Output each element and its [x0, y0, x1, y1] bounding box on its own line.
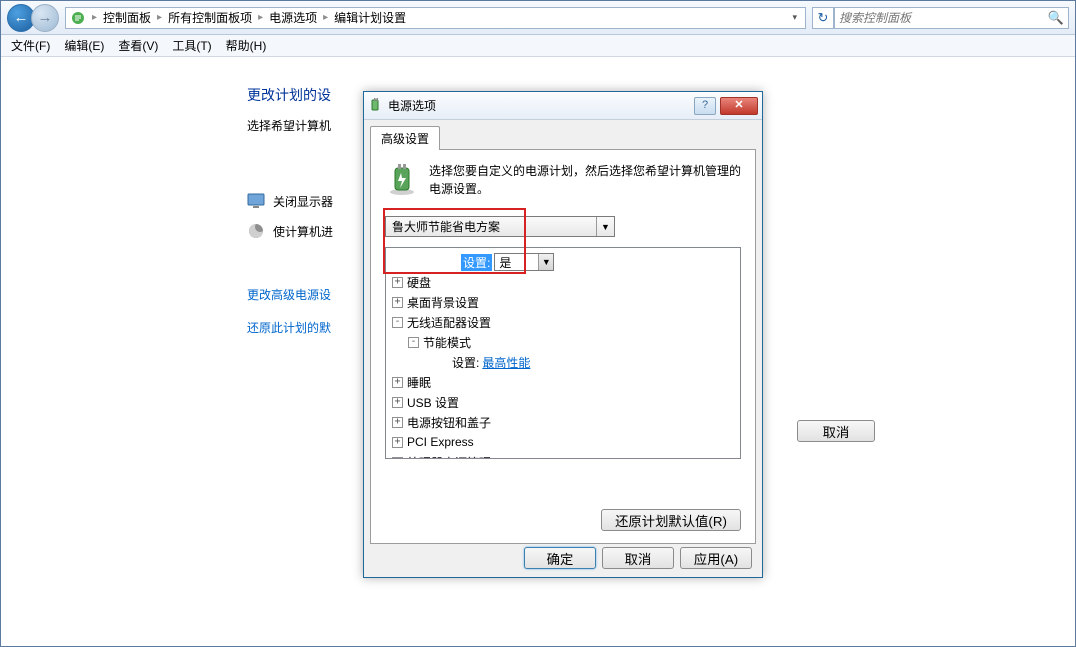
expand-icon[interactable]: +: [392, 297, 403, 308]
setting-label: 设置:: [452, 354, 479, 371]
cancel-button[interactable]: 取消: [602, 547, 674, 569]
search-icon: 🔍: [1048, 10, 1064, 26]
breadcrumb-sep-icon: ▸: [323, 12, 328, 23]
menu-bar: 文件(F) 编辑(E) 查看(V) 工具(T) 帮助(H): [1, 35, 1075, 57]
control-panel-icon: [70, 10, 86, 26]
dialog-intro: 选择您要自定义的电源计划，然后选择您希望计算机管理的电源设置。: [385, 162, 741, 198]
tree-node-bg[interactable]: + 桌面背景设置: [388, 292, 738, 312]
tree-label: PCI Express: [407, 435, 474, 449]
expand-icon[interactable]: +: [392, 377, 403, 388]
setting-value-combo[interactable]: 是 ▼: [494, 253, 554, 271]
ok-button[interactable]: 确定: [524, 547, 596, 569]
option-label: 关闭显示器: [273, 193, 333, 210]
battery-icon: [385, 162, 419, 196]
tree-node-wireless[interactable]: - 无线适配器设置: [388, 312, 738, 332]
settings-tree[interactable]: 设置: 是 ▼ + 硬盘 + 桌面背景设置: [386, 248, 740, 459]
menu-file[interactable]: 文件(F): [11, 37, 50, 54]
tree-label: 无线适配器设置: [407, 314, 491, 331]
menu-tools[interactable]: 工具(T): [172, 37, 211, 54]
dialog-close-button[interactable]: ✕: [720, 97, 758, 115]
dialog-help-button[interactable]: ?: [694, 97, 716, 115]
tree-label: 桌面背景设置: [407, 294, 479, 311]
breadcrumb-item[interactable]: 电源选项: [269, 9, 317, 26]
dialog-body: 高级设置 选择您要自定义的电源计划，然后选择您希望计算机管理的电源设置。 鲁大师…: [364, 120, 762, 577]
expand-icon[interactable]: +: [392, 397, 403, 408]
setting-label-highlighted: 设置:: [461, 254, 492, 271]
tree-node-cpu[interactable]: + 处理器电源管理: [388, 452, 738, 459]
explorer-navbar: ← → ▸ 控制面板 ▸ 所有控制面板项 ▸ 电源选项 ▸ 编辑计划设置 ▾ ↻…: [1, 1, 1075, 35]
tree-node-power-button[interactable]: + 电源按钮和盖子: [388, 412, 738, 432]
power-options-dialog: 电源选项 ? ✕ 高级设置 选择您要自定义的电源计划，然后选择您希望计算机管理的…: [363, 91, 763, 578]
dialog-button-row: 确定 取消 应用(A): [524, 547, 752, 569]
tree-label: 处理器电源管理: [407, 454, 491, 460]
breadcrumb-dropdown-icon[interactable]: ▾: [788, 12, 801, 23]
menu-edit[interactable]: 编辑(E): [64, 37, 104, 54]
tree-node-sleep[interactable]: + 睡眠: [388, 372, 738, 392]
expand-icon[interactable]: +: [392, 457, 403, 460]
arrow-left-icon: ←: [14, 9, 29, 26]
breadcrumb-sep-icon: ▸: [157, 12, 162, 23]
search-field[interactable]: [839, 11, 1048, 25]
plan-dropdown[interactable]: 鲁大师节能省电方案 ▼: [385, 216, 615, 237]
expand-icon[interactable]: +: [392, 437, 403, 448]
menu-view[interactable]: 查看(V): [118, 37, 158, 54]
plan-dropdown-value: 鲁大师节能省电方案: [392, 218, 500, 235]
breadcrumb-item[interactable]: 编辑计划设置: [334, 9, 406, 26]
breadcrumb[interactable]: ▸ 控制面板 ▸ 所有控制面板项 ▸ 电源选项 ▸ 编辑计划设置 ▾: [65, 7, 806, 29]
tab-advanced-settings[interactable]: 高级设置: [370, 126, 440, 150]
sleep-icon: [247, 222, 265, 240]
breadcrumb-item[interactable]: 所有控制面板项: [168, 9, 252, 26]
breadcrumb-item[interactable]: 控制面板: [103, 9, 151, 26]
monitor-icon: [247, 192, 265, 210]
chevron-down-icon: ▼: [596, 217, 614, 236]
collapse-icon[interactable]: -: [392, 317, 403, 328]
settings-tree-box: 设置: 是 ▼ + 硬盘 + 桌面背景设置: [385, 247, 741, 459]
apply-button[interactable]: 应用(A): [680, 547, 752, 569]
expand-icon[interactable]: +: [392, 417, 403, 428]
chevron-down-icon: ▼: [538, 254, 553, 270]
tree-label: 节能模式: [423, 334, 471, 351]
option-label: 使计算机进: [273, 223, 333, 240]
collapse-icon[interactable]: -: [408, 337, 419, 348]
dialog-titlebar[interactable]: 电源选项 ? ✕: [364, 92, 762, 120]
tree-node-power-mode[interactable]: - 节能模式: [388, 332, 738, 352]
dialog-title: 电源选项: [388, 97, 694, 114]
tab-panel: 选择您要自定义的电源计划，然后选择您希望计算机管理的电源设置。 鲁大师节能省电方…: [370, 149, 756, 544]
setting-value-text: 是: [499, 254, 511, 271]
page-cancel-button[interactable]: 取消: [797, 420, 875, 442]
tree-setting-row[interactable]: 设置: 是 ▼: [388, 252, 738, 272]
tree-node-usb[interactable]: + USB 设置: [388, 392, 738, 412]
search-input[interactable]: 🔍: [834, 7, 1069, 29]
tree-label: 睡眠: [407, 374, 431, 391]
expand-icon[interactable]: +: [392, 277, 403, 288]
tree-label: USB 设置: [407, 394, 459, 411]
menu-help[interactable]: 帮助(H): [226, 37, 267, 54]
tree-node-power-setting[interactable]: 设置: 最高性能: [388, 352, 738, 372]
breadcrumb-sep-icon: ▸: [258, 12, 263, 23]
arrow-right-icon: →: [38, 9, 53, 26]
tree-node-pci[interactable]: + PCI Express: [388, 432, 738, 452]
tree-node-hdd[interactable]: + 硬盘: [388, 272, 738, 292]
setting-value-link[interactable]: 最高性能: [482, 354, 530, 371]
refresh-button[interactable]: ↻: [812, 7, 834, 29]
power-icon: [368, 98, 384, 114]
restore-defaults-button[interactable]: 还原计划默认值(R): [601, 509, 741, 531]
refresh-icon: ↻: [818, 10, 829, 26]
tree-label: 电源按钮和盖子: [407, 414, 491, 431]
dialog-intro-text: 选择您要自定义的电源计划，然后选择您希望计算机管理的电源设置。: [429, 162, 741, 198]
tree-label: 硬盘: [407, 274, 431, 291]
nav-forward-button[interactable]: →: [31, 4, 59, 32]
breadcrumb-sep-icon: ▸: [92, 12, 97, 23]
